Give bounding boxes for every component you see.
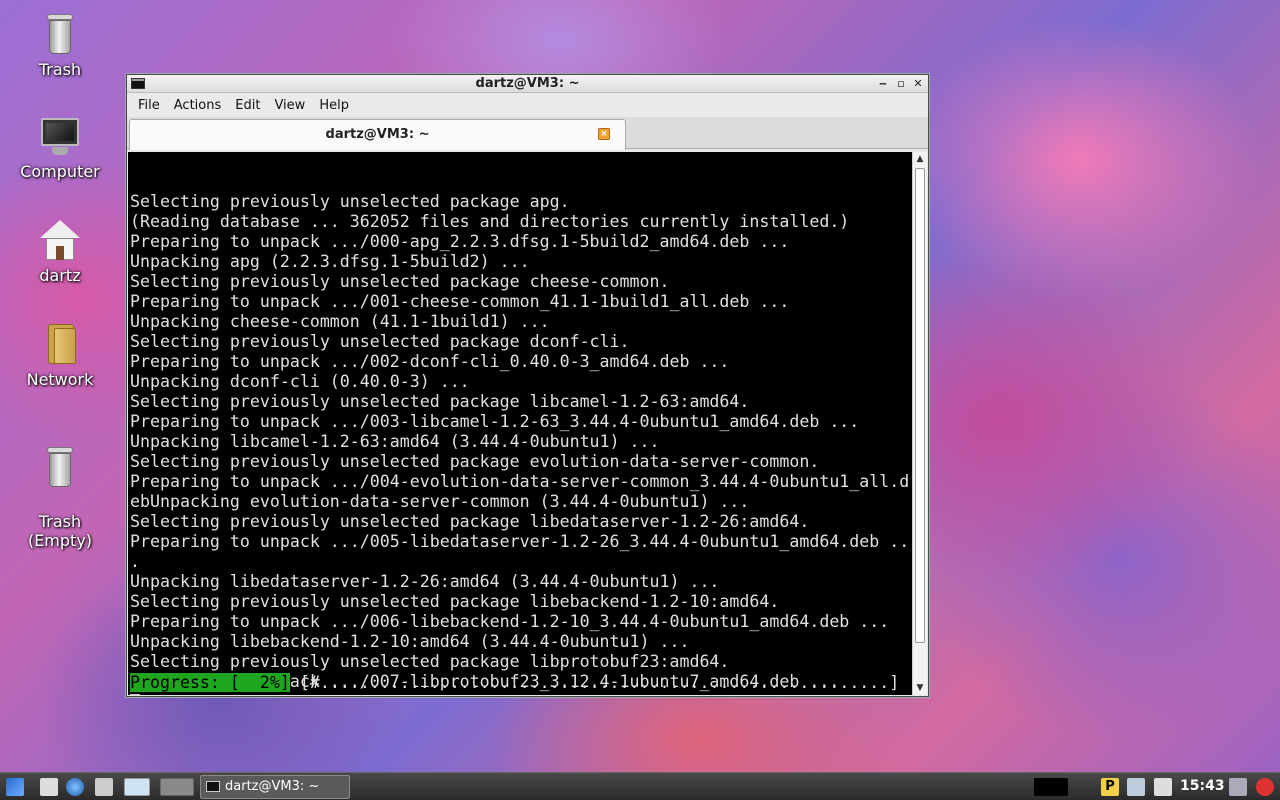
terminal-line: Selecting previously unselected package … xyxy=(130,392,750,411)
tray-p-icon[interactable]: P xyxy=(1101,778,1119,796)
terminal-line: ebUnpacking evolution-data-server-common… xyxy=(130,492,750,511)
taskbar-task-terminal[interactable]: dartz@VM3: ~ xyxy=(200,775,350,799)
menu-file[interactable]: File xyxy=(131,98,167,113)
network-tray-icon[interactable] xyxy=(1127,778,1145,796)
desktop-icon-computer[interactable]: Computer xyxy=(10,114,110,181)
desktop-icon-trash-empty[interactable]: Trash (Empty) xyxy=(10,426,110,569)
terminal-output[interactable]: Selecting previously unselected package … xyxy=(128,152,912,695)
power-icon[interactable] xyxy=(1256,778,1274,796)
desktop-icon-label: Network xyxy=(26,370,94,389)
lock-screen-icon[interactable] xyxy=(1229,778,1247,796)
terminal-line: Selecting previously unselected package … xyxy=(130,512,810,531)
minimize-button[interactable]: ‒ xyxy=(876,77,890,91)
terminal-cursor xyxy=(130,693,140,695)
menubar: File Actions Edit View Help xyxy=(127,93,928,117)
trash-empty-icon xyxy=(38,445,82,489)
menu-edit[interactable]: Edit xyxy=(228,98,267,113)
clipboard-tray-icon[interactable] xyxy=(1154,778,1172,796)
window-switch-icon[interactable] xyxy=(95,778,113,796)
tab-terminal[interactable]: dartz@VM3: ~ × xyxy=(129,119,626,150)
tab-close-icon[interactable]: × xyxy=(598,128,610,140)
trash-icon xyxy=(38,12,82,56)
menu-help[interactable]: Help xyxy=(312,98,356,113)
tab-label: dartz@VM3: ~ xyxy=(325,127,430,142)
terminal-line: . xyxy=(130,552,140,571)
start-menu-icon[interactable] xyxy=(6,778,24,796)
desktop-icon-label: Trash (Empty) xyxy=(27,512,93,550)
task-label: dartz@VM3: ~ xyxy=(225,779,320,794)
menu-actions[interactable]: Actions xyxy=(167,98,229,113)
cpu-monitor[interactable] xyxy=(1034,778,1068,796)
terminal-line: (Reading database ... 362052 files and d… xyxy=(130,212,850,231)
taskbar: dartz@VM3: ~ P 15:43 xyxy=(0,772,1280,800)
scroll-up-icon[interactable]: ▲ xyxy=(913,152,927,166)
terminal-line: Preparing to unpack .../000-apg_2.2.3.df… xyxy=(130,232,790,251)
terminal-line: Selecting previously unselected package … xyxy=(130,652,730,671)
terminal-line: Preparing to unpack .../005-libedataserv… xyxy=(130,532,910,551)
terminal-line: Preparing to unpack .../002-dconf-cli_0.… xyxy=(130,352,730,371)
terminal-line: Unpacking libebackend-1.2-10:amd64 (3.44… xyxy=(130,632,690,651)
browser-icon[interactable] xyxy=(66,778,84,796)
terminal-line: Preparing to unpack .../003-libcamel-1.2… xyxy=(130,412,860,431)
desktop-icon-home[interactable]: dartz xyxy=(10,218,110,285)
terminal-line: Unpacking libcamel-1.2-63:amd64 (3.44.4-… xyxy=(130,432,660,451)
maximize-button[interactable]: ▫ xyxy=(894,77,908,91)
terminal-line: Selecting previously unselected package … xyxy=(130,332,630,351)
progress-bar: [#......................................… xyxy=(289,673,900,692)
terminal-line: Selecting previously unselected package … xyxy=(130,272,670,291)
tab-bar: dartz@VM3: ~ × xyxy=(127,117,928,150)
window-title: dartz@VM3: ~ xyxy=(475,76,580,91)
volume-icon[interactable] xyxy=(1074,778,1094,796)
menu-view[interactable]: View xyxy=(267,98,312,113)
scroll-down-icon[interactable]: ▼ xyxy=(913,681,927,695)
workspace-2[interactable] xyxy=(160,778,194,796)
workspace-1[interactable] xyxy=(124,778,150,796)
terminal-line: Preparing to unpack .../001-cheese-commo… xyxy=(130,292,790,311)
terminal-line: Selecting previously unselected package … xyxy=(130,592,780,611)
terminal-line: Selecting previously unselected package … xyxy=(130,452,820,471)
progress-label: Progress: [ 2%] xyxy=(130,673,290,692)
terminal-line: Unpacking cheese-common (41.1-1build1) .… xyxy=(130,312,550,331)
home-folder-icon xyxy=(38,218,82,262)
file-manager-icon[interactable] xyxy=(40,778,58,796)
close-button[interactable]: ✕ xyxy=(911,77,925,91)
terminal-line: Unpacking libedataserver-1.2-26:amd64 (3… xyxy=(130,572,720,591)
desktop-icon-label: dartz xyxy=(39,266,81,285)
terminal-line: Unpacking dconf-cli (0.40.0-3) ... xyxy=(130,372,470,391)
terminal-line: Unpacking apg (2.2.3.dfsg.1-5build2) ... xyxy=(130,252,530,271)
network-folder-icon xyxy=(38,322,82,366)
computer-icon xyxy=(38,114,82,158)
window-titlebar[interactable]: dartz@VM3: ~ ‒ ▫ ✕ xyxy=(127,75,928,93)
desktop-icon-label: Computer xyxy=(20,162,100,181)
terminal-line: Selecting previously unselected package … xyxy=(130,192,570,211)
desktop-icon-label: Trash xyxy=(38,60,82,79)
scrollbar-thumb[interactable] xyxy=(915,168,925,643)
terminal-line: Preparing to unpack .../004-evolution-da… xyxy=(130,472,910,491)
clock[interactable]: 15:43 xyxy=(1180,778,1225,794)
terminal-task-icon xyxy=(206,781,220,792)
desktop-icon-network[interactable]: Network xyxy=(10,322,110,389)
terminal-line: Preparing to unpack .../006-libebackend-… xyxy=(130,612,890,631)
terminal-window[interactable]: dartz@VM3: ~ ‒ ▫ ✕ File Actions Edit Vie… xyxy=(126,74,929,697)
progress-line: Progress: [ 2%] [#......................… xyxy=(130,673,899,693)
desktop-icon-trash[interactable]: Trash xyxy=(10,12,110,79)
terminal-scrollbar[interactable]: ▲ ▼ xyxy=(912,152,927,695)
